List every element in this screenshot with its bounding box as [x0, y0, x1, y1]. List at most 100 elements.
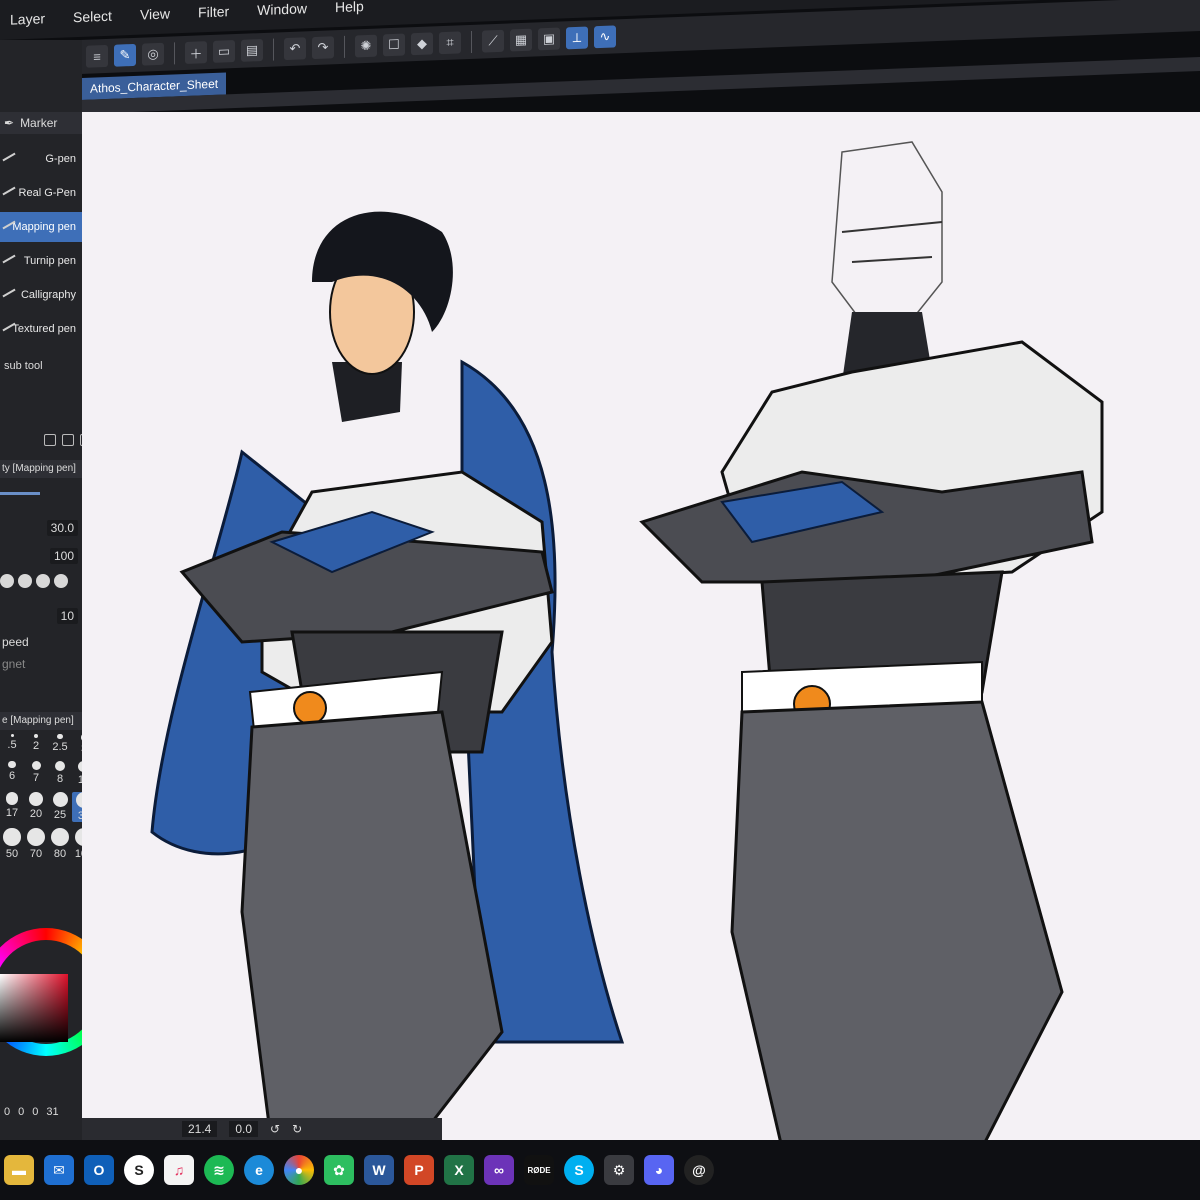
- download-icon[interactable]: [44, 434, 56, 446]
- settings-icon[interactable]: ⚙: [604, 1155, 634, 1185]
- brush-size-option[interactable]: 6: [0, 760, 24, 786]
- brush-size-slider[interactable]: [0, 492, 40, 495]
- rotate-left-icon[interactable]: ↺: [270, 1122, 280, 1136]
- itunes-icon[interactable]: ♫: [164, 1155, 194, 1185]
- scrivener-icon[interactable]: S: [124, 1155, 154, 1185]
- brush-size-option[interactable]: 100: [72, 828, 82, 860]
- brush-size-option[interactable]: 20: [24, 791, 48, 822]
- snap-special-icon[interactable]: ∿: [594, 25, 616, 49]
- add-subtool-button[interactable]: sub tool: [4, 360, 43, 372]
- brush-size-dot: [3, 828, 21, 846]
- pen-stroke-icon: [2, 288, 16, 298]
- skype-icon[interactable]: S: [564, 1155, 594, 1185]
- duplicate-icon[interactable]: [62, 434, 74, 446]
- rotation-value[interactable]: 0.0: [229, 1121, 259, 1137]
- clear-icon[interactable]: ☐: [383, 33, 405, 57]
- opacity-value[interactable]: 100: [49, 548, 78, 564]
- brush-size-dot: [57, 734, 63, 740]
- redo-icon[interactable]: ↷: [312, 36, 334, 60]
- subtool-g-pen[interactable]: G-pen: [0, 144, 82, 174]
- menu-view[interactable]: View: [140, 5, 170, 22]
- brush-size-option[interactable]: 2.5: [48, 734, 72, 755]
- brush-size-option[interactable]: 7: [24, 760, 48, 786]
- brush-size-option[interactable]: 8: [48, 760, 72, 786]
- brush-tip-option[interactable]: [36, 574, 50, 588]
- visor-lines: [841, 221, 943, 263]
- color-value: 31: [46, 1106, 59, 1118]
- edge-icon[interactable]: e: [244, 1155, 274, 1185]
- evernote-icon[interactable]: ✿: [324, 1155, 354, 1185]
- menu-filter[interactable]: Filter: [198, 3, 229, 20]
- snap-ruler-icon[interactable]: ⟂: [566, 26, 588, 50]
- belt-buckle: [293, 691, 327, 725]
- color-value: 0: [4, 1106, 11, 1118]
- hamburger-icon[interactable]: ≡: [86, 44, 108, 68]
- brush-size-label: 17: [5, 806, 19, 819]
- snap-icon[interactable]: ▣: [538, 27, 560, 51]
- new-file-icon[interactable]: ＋: [185, 41, 207, 64]
- loading-icon[interactable]: ✺: [355, 34, 377, 58]
- color-square[interactable]: [0, 974, 68, 1042]
- brush-size-dot: [27, 828, 45, 847]
- brush-size-option[interactable]: 30: [72, 791, 82, 823]
- mail-icon[interactable]: ✉: [44, 1155, 74, 1185]
- ruler-icon[interactable]: ⟋: [482, 29, 504, 53]
- pen-mode-icon[interactable]: ✎: [114, 43, 136, 67]
- brush-size-option[interactable]: 70: [24, 828, 48, 860]
- outlook-icon[interactable]: O: [84, 1155, 114, 1185]
- word-icon[interactable]: W: [364, 1155, 394, 1185]
- brush-size-option[interactable]: 2: [24, 734, 48, 755]
- brush-size-option[interactable]: 17: [0, 791, 24, 822]
- brush-size-value[interactable]: 30.0: [46, 520, 78, 536]
- visual-studio-icon[interactable]: ∞: [484, 1155, 514, 1185]
- rode-caster-icon[interactable]: RØDE: [524, 1155, 554, 1185]
- zoom-value[interactable]: 21.4: [182, 1121, 218, 1137]
- gear-icon[interactable]: ◎: [142, 42, 164, 66]
- character-athos: [150, 211, 625, 1148]
- color-readout: 0 0 0 31: [4, 1106, 59, 1118]
- discord-icon[interactable]: ◕: [644, 1155, 674, 1185]
- stabilization-value[interactable]: 10: [56, 608, 78, 624]
- subtool-label: Mapping pen: [12, 221, 76, 233]
- fill-icon[interactable]: ◆: [411, 32, 433, 56]
- brush-tip-options: [0, 574, 68, 588]
- save-icon[interactable]: ▤: [241, 38, 263, 62]
- subtool-real-g-pen[interactable]: Real G-Pen: [0, 178, 82, 208]
- spotify-icon[interactable]: ≋: [204, 1155, 234, 1185]
- subtool-calligraphy[interactable]: Calligraphy: [0, 280, 82, 310]
- menu-layer[interactable]: Layer: [10, 10, 45, 27]
- legs: [240, 710, 504, 1148]
- color-value: 0: [32, 1106, 39, 1118]
- brush-size-label: .5: [7, 739, 17, 751]
- transform-icon[interactable]: ⌗: [439, 31, 461, 55]
- threads-icon[interactable]: @: [684, 1155, 714, 1185]
- brush-size-label: 25: [53, 808, 67, 821]
- menu-window[interactable]: Window: [257, 0, 307, 18]
- brush-tip-option[interactable]: [0, 574, 14, 588]
- chrome-icon[interactable]: ●: [284, 1155, 314, 1185]
- powerpoint-icon[interactable]: P: [404, 1155, 434, 1185]
- brush-size-option[interactable]: .5: [0, 734, 24, 755]
- rotate-right-icon[interactable]: ↻: [292, 1122, 302, 1136]
- subtool-mapping-pen[interactable]: Mapping pen: [0, 212, 82, 242]
- drawing-canvas[interactable]: [82, 112, 1200, 1148]
- brush-tip-option[interactable]: [18, 574, 32, 588]
- brush-tip-option[interactable]: [54, 574, 68, 588]
- status-bar: 21.4 0.0 ↺ ↻: [82, 1118, 442, 1140]
- undo-icon[interactable]: ↶: [284, 37, 306, 61]
- excel-icon[interactable]: X: [444, 1155, 474, 1185]
- subtool-turnip-pen[interactable]: Turnip pen: [0, 246, 82, 276]
- grid-icon[interactable]: ▦: [510, 28, 532, 52]
- brush-size-option[interactable]: 10: [72, 760, 82, 786]
- brush-size-option[interactable]: 50: [0, 828, 24, 860]
- brush-size-option[interactable]: 25: [48, 791, 72, 822]
- brush-size-dot: [75, 828, 82, 847]
- menu-select[interactable]: Select: [73, 8, 112, 25]
- brush-size-option[interactable]: 80: [48, 828, 72, 860]
- brush-size-label: 6: [8, 770, 16, 783]
- subtool-textured-pen[interactable]: Textured pen: [0, 314, 82, 344]
- brush-size-option[interactable]: 3: [72, 734, 82, 755]
- file-explorer-icon[interactable]: ▬: [4, 1155, 34, 1185]
- menu-help[interactable]: Help: [335, 0, 364, 15]
- open-folder-icon[interactable]: ▭: [213, 40, 235, 63]
